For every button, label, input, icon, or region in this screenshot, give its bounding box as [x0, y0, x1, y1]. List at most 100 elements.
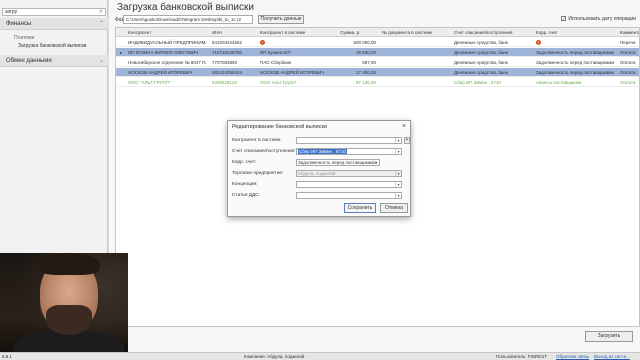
close-icon[interactable]: ×	[402, 123, 406, 130]
cell-corr-account: Авансы поставщикам	[536, 80, 582, 85]
counterparty-field[interactable]: ▾	[296, 137, 402, 144]
version-text: 8.8.1	[2, 354, 13, 359]
chevron-down-icon[interactable]: ▾	[395, 182, 401, 187]
cell-inn: 482424059444	[212, 70, 243, 75]
cell-system-counterparty: НОСКОВ АНДРЕЙ ИГОРЕВИЧ	[260, 70, 325, 75]
concept-field[interactable]: ▾	[296, 181, 402, 188]
webcam-person-beard	[46, 305, 92, 335]
current-row-icon: ▸	[120, 50, 123, 55]
column-header[interactable]: Контрагент в системе	[258, 28, 336, 37]
cell-system-counterparty: ИП Кузина КО*	[260, 50, 292, 55]
cell-comment: Оплата	[620, 50, 636, 55]
field-label: Контрагент в системе:	[232, 138, 282, 143]
chevron-down-icon[interactable]: ▾	[395, 193, 401, 198]
warning-icon: !	[260, 40, 265, 46]
cell-amount: 17 400,00	[355, 70, 376, 75]
column-header[interactable]: Контрагент	[126, 28, 206, 37]
column-header[interactable]: Счет списания/поступления	[452, 28, 532, 37]
cell-system-counterparty: ООО Альт-Групп*	[260, 80, 297, 85]
cell-comment: Перечи	[620, 40, 636, 45]
sidebar-section-data-exchange[interactable]: Обмен данными ⌄	[0, 55, 108, 67]
cell-corr-account: Задолженность перед поставщиками	[536, 50, 614, 55]
page-title: Загрузка банковской выписки	[117, 2, 254, 13]
menu-search-value: загру	[5, 9, 18, 15]
sidebar-group-payments: Платежи	[14, 35, 35, 41]
column-header[interactable]: ИНН	[210, 28, 254, 37]
cell-inn: 7707083893	[212, 60, 238, 65]
chevron-down-icon[interactable]: ▾	[395, 149, 401, 154]
file-path-input[interactable]: C:\Users\gusko\Downloads\Telegram Deskto…	[123, 15, 253, 24]
chevron-down-icon: ⌄	[98, 58, 104, 64]
dialog-title: Редактирование банковской выписки	[232, 124, 327, 130]
cell-account: Денежные средства, банк	[454, 70, 508, 75]
warning-icon: !	[536, 40, 541, 46]
cell-amount: 500 000,00	[353, 40, 376, 45]
menu-search-input[interactable]: загру ✕	[2, 8, 106, 16]
cell-counterparty: ИНДИВИДУАЛЬНЫЙ ПРЕДПРИНИМАТЕЛ...	[128, 40, 206, 45]
import-button[interactable]: Загрузить	[585, 331, 633, 342]
use-date-checkbox[interactable]: ✓ Использовать дату операции	[561, 16, 636, 22]
add-counterparty-button[interactable]: +	[404, 137, 410, 144]
user-text: Пользователь: FINREST	[496, 354, 547, 359]
cell-corr-account: Задолженность перед поставщиками	[536, 60, 614, 65]
table-row[interactable]: ООО "АЛЬТ-ГРУПП" 5446626123 ООО Альт-Гру…	[116, 78, 639, 87]
table-row[interactable]: ИНДИВИДУАЛЬНЫЙ ПРЕДПРИНИМАТЕЛ... 5410034…	[116, 38, 639, 47]
corr-account-field[interactable]: Задолженность перед поставщиками ▾	[296, 159, 380, 166]
column-header[interactable]: Сумма, р.	[338, 28, 378, 37]
feedback-link[interactable]: Обратная связь	[556, 353, 589, 360]
chevron-down-icon[interactable]: ▾	[373, 160, 379, 165]
cell-counterparty: Новосибирское отделение № 8047 ПА...	[128, 60, 206, 65]
cell-account: Денежные средства, банк	[454, 50, 508, 55]
cell-inn: 541003424552	[212, 40, 243, 45]
column-header[interactable]: Корр. счет	[534, 28, 616, 37]
use-date-label: Использовать дату операции	[568, 16, 636, 22]
field-label: Корр. счет:	[232, 160, 257, 165]
field-label: Счет списания/поступления:	[232, 149, 296, 154]
table-row[interactable]: Новосибирское отделение № 8047 ПА... 770…	[116, 58, 639, 67]
sidebar-item-bank-statement[interactable]: Загрузка банковской выписки	[18, 43, 86, 49]
status-bar: 8.8.1 Компания: Абдула, поджигай Пользов…	[0, 352, 640, 360]
webcam-overlay	[0, 253, 128, 360]
table-header: Контрагент ИНН Контрагент в системе Сумм…	[116, 28, 639, 37]
sidebar-section-finance-label: Финансы	[6, 21, 32, 27]
sidebar-section-finance[interactable]: Финансы ⌃	[0, 18, 108, 30]
get-data-button[interactable]: Получить данные	[258, 15, 304, 24]
cell-counterparty: ИП КУЗИНА КИРИЛЛ ОЛЕГОВИЧ	[128, 50, 199, 55]
edit-statement-dialog: Редактирование банковской выписки × Конт…	[227, 120, 411, 217]
corr-account-value: Задолженность перед поставщиками	[298, 160, 376, 165]
cell-counterparty: ООО "АЛЬТ-ГРУПП"	[128, 80, 171, 85]
field-label: Торговое предприятие:	[232, 171, 284, 176]
trade-enterprise-field: Абдула, поджигай ▾	[296, 170, 402, 177]
cell-account: Денежные средства, банк	[454, 40, 508, 45]
dds-article-field[interactable]: ▾	[296, 192, 402, 199]
cell-counterparty: НОСКОВ АНДРЕЙ ИГОРЕВИЧ	[128, 70, 193, 75]
cell-system-counterparty: !	[258, 38, 336, 47]
trade-enterprise-value: Абдула, поджигай	[298, 171, 336, 176]
cell-amount: 19 630,00	[355, 50, 376, 55]
cancel-button[interactable]: Отмена	[380, 203, 408, 213]
chevron-down-icon: ▾	[395, 171, 401, 176]
cell-comment: Оплата	[620, 80, 636, 85]
field-label: Статья ДДС:	[232, 193, 261, 198]
logout-link[interactable]: Выход из систе...	[594, 353, 630, 360]
chevron-down-icon[interactable]: ▾	[395, 138, 401, 143]
cell-account: Сбер ИП Зимин , 6710	[454, 80, 501, 85]
table-row[interactable]: НОСКОВ АНДРЕЙ ИГОРЕВИЧ 482424059444 НОСК…	[116, 68, 639, 77]
clear-search-icon[interactable]: ✕	[99, 9, 103, 15]
cell-corr-account: Задолженность перед поставщиками	[536, 70, 614, 75]
checkbox-checked-icon: ✓	[561, 16, 567, 22]
cell-account: Денежные средства, банк	[454, 60, 508, 65]
column-header[interactable]: Комментарий	[618, 28, 639, 37]
cell-inn: 5446626123	[212, 80, 238, 85]
column-header[interactable]: № документа в системе	[380, 28, 450, 37]
webcam-person-hair	[38, 253, 100, 275]
cell-comment: Оплата	[620, 70, 636, 75]
cell-corr-account: !	[534, 38, 616, 47]
cell-amount: 597,00	[362, 60, 376, 65]
save-button[interactable]: Сохранить	[344, 203, 376, 213]
field-label: Концепция:	[232, 182, 258, 187]
cell-amount: 87 135,00	[355, 80, 376, 85]
table-row[interactable]: ▸ ИП КУЗИНА КИРИЛЛ ОЛЕГОВИЧ 710716226780…	[116, 48, 639, 57]
account-field[interactable]: Сбер ИП Зимин , 6710 ▾	[296, 148, 402, 155]
chevron-up-icon: ⌃	[98, 21, 104, 27]
